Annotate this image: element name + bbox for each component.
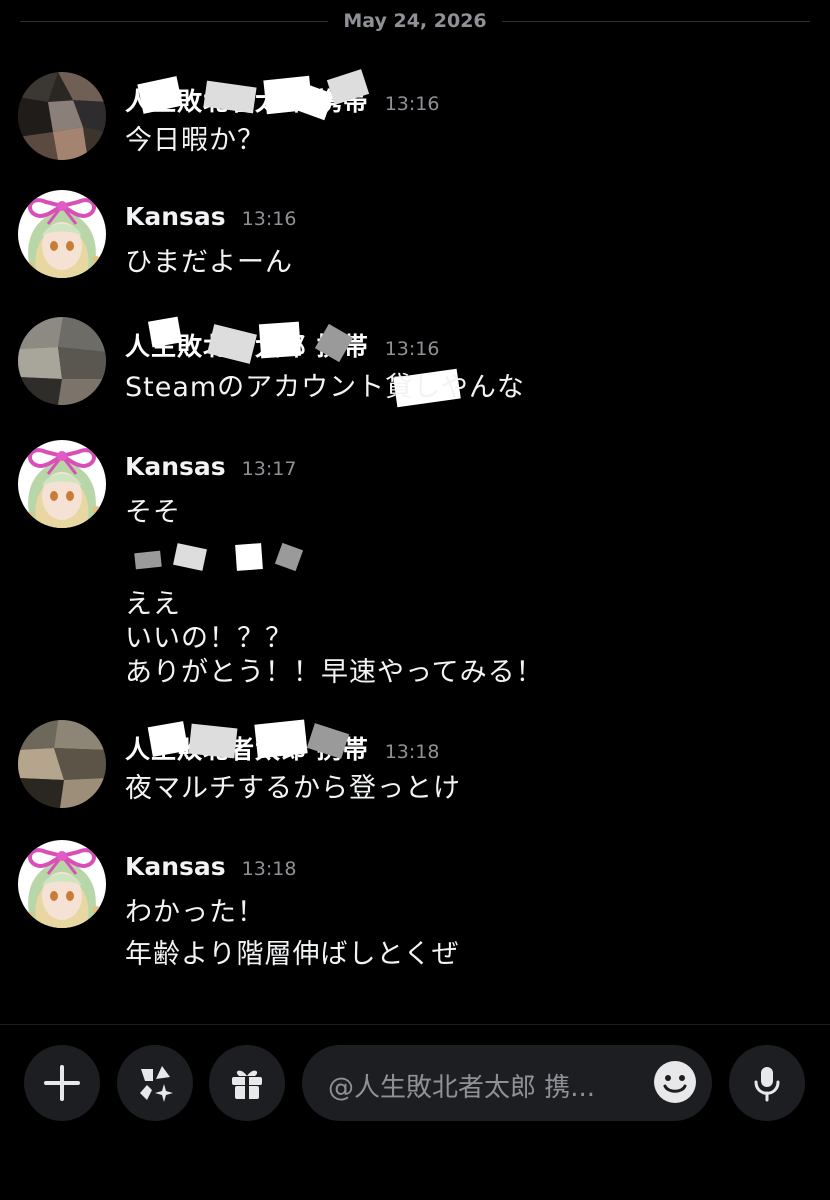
author-name[interactable]: Kansas — [125, 452, 226, 481]
avatar[interactable] — [18, 317, 106, 405]
pixelated-avatar — [18, 72, 106, 160]
pixelated-avatar — [18, 317, 106, 405]
author-name[interactable]: Kansas — [125, 852, 226, 881]
message-text: ありがとう！！早速やってみる！ — [125, 657, 544, 688]
redaction-mark — [147, 721, 189, 757]
microphone-icon — [754, 1067, 780, 1102]
message-group: Kansas 13:17 そそ ええ いいの！？？ ありがとう！！早速やってみる… — [0, 440, 830, 690]
anime-avatar — [18, 440, 106, 528]
message-header: Kansas 13:16 — [125, 202, 296, 231]
gift-button[interactable] — [209, 1045, 285, 1121]
timestamp: 13:18 — [384, 741, 440, 763]
message-input[interactable]: @人生敗北者太郎 携... — [302, 1045, 712, 1121]
message-text: わかった！ — [125, 897, 265, 928]
redaction-mark — [274, 542, 304, 572]
message-text: 年齢より階層伸ばしとくぜ — [125, 939, 460, 970]
date-divider: May 24, 2026 — [20, 0, 810, 44]
message-text: Steamのアカウント貸しやんな — [125, 372, 525, 403]
avatar[interactable] — [18, 840, 106, 928]
message-composer: @人生敗北者太郎 携... — [0, 1024, 830, 1200]
timestamp: 13:18 — [241, 858, 297, 880]
voice-button[interactable] — [729, 1045, 805, 1121]
redaction-mark — [147, 316, 183, 348]
redaction-mark — [188, 723, 238, 759]
message-header: Kansas 13:18 — [125, 852, 296, 881]
avatar[interactable] — [18, 440, 106, 528]
apps-icon — [140, 1066, 173, 1102]
message-group: 人生敗北者太郎 携帯 13:16 今日暇か？ — [0, 69, 830, 170]
redaction-mark — [235, 543, 263, 571]
emoji-icon[interactable] — [652, 1059, 698, 1105]
avatar[interactable] — [18, 72, 106, 160]
pixelated-avatar — [18, 720, 106, 808]
timestamp: 13:16 — [241, 208, 297, 230]
redaction-mark — [173, 543, 207, 571]
timestamp: 13:16 — [384, 338, 440, 360]
apps-button[interactable] — [117, 1045, 193, 1121]
message-text: 今日暇か？ — [125, 125, 265, 156]
redaction-mark — [134, 550, 162, 570]
redaction-mark — [258, 321, 302, 359]
timestamp: 13:17 — [241, 458, 297, 480]
anime-avatar — [18, 190, 106, 278]
timestamp: 13:16 — [384, 93, 440, 115]
message-group: Kansas 13:16 ひまだよーん — [0, 190, 830, 290]
message-input-placeholder: @人生敗北者太郎 携... — [328, 1073, 596, 1103]
avatar[interactable] — [18, 190, 106, 278]
avatar[interactable] — [18, 720, 106, 808]
message-group: 人生敗北者太郎 携帯 13:16 Steamのアカウント貸しやんな — [0, 315, 830, 415]
divider-line-right — [502, 21, 810, 22]
redaction-mark — [254, 719, 308, 759]
message-header: Kansas 13:17 — [125, 452, 296, 481]
message-text: 夜マルチするから登っとけ — [125, 773, 461, 804]
add-button[interactable] — [24, 1045, 100, 1121]
plus-icon — [44, 1065, 80, 1101]
message-group: Kansas 13:18 わかった！ 年齢より階層伸ばしとくぜ — [0, 840, 830, 990]
anime-avatar — [18, 840, 106, 928]
message-text: そそ — [125, 497, 181, 528]
message-text: ひまだよーん — [125, 247, 293, 278]
author-name[interactable]: Kansas — [125, 202, 226, 231]
message-group: 人生敗北者太郎 携帯 13:18 夜マルチするから登っとけ — [0, 718, 830, 818]
gift-icon — [232, 1070, 262, 1099]
